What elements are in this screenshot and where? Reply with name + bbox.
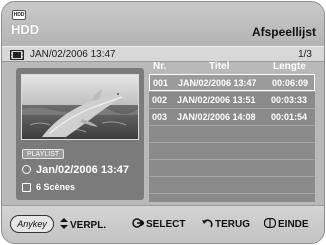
page-title: Afspeellijst (251, 25, 316, 39)
row-title: JAN/02/2006 13:47 (178, 78, 257, 88)
column-header-lengte: Lengte (273, 61, 306, 72)
page-indicator: 1/3 (298, 49, 312, 60)
mode-title: HDD (11, 22, 40, 37)
empty-row (149, 125, 315, 142)
table-row[interactable]: 001 JAN/02/2006 13:47 00:06:09 (149, 74, 315, 91)
row-length: 00:03:33 (271, 95, 308, 105)
exit-button[interactable]: EINDE (264, 218, 309, 230)
table-header: Nr. Titel Lengte (149, 60, 315, 74)
preview-panel: PLAYLIST Jan/02/2006 13:47 6 Scènes (16, 68, 144, 200)
enter-icon (132, 218, 144, 228)
table-row[interactable]: 002 JAN/02/2006 13:51 00:03:33 (149, 91, 315, 108)
row-length: 00:01:54 (271, 112, 308, 122)
select-label: SELECT (146, 219, 186, 230)
film-icon (10, 50, 24, 60)
return-button[interactable]: TERUG (202, 218, 250, 230)
row-number: 001 (153, 78, 169, 88)
selected-date: Jan/02/2006 13:47 (36, 164, 129, 176)
anykey-button[interactable]: Anykey (10, 215, 54, 233)
column-header-nr: Nr. (153, 61, 167, 72)
return-icon (202, 219, 213, 228)
hdd-icon: HDD (12, 10, 26, 20)
return-label: TERUG (215, 219, 250, 230)
playlist-tag: PLAYLIST (22, 149, 65, 159)
row-length: 00:06:09 (272, 78, 309, 88)
exit-label: EINDE (278, 219, 309, 230)
preview-thumbnail (21, 74, 139, 140)
empty-row (149, 159, 315, 176)
header-bar: HDD HDD Afspeellijst (2, 2, 324, 46)
clock-icon (22, 165, 31, 174)
table-row[interactable]: 003 JAN/02/2006 14:08 00:01:54 (149, 108, 315, 125)
row-title: JAN/02/2006 14:08 (177, 112, 256, 122)
scene-count: 6 Scènes (36, 182, 76, 192)
column-header-titel: Titel (209, 61, 230, 72)
dolphin-image (22, 75, 138, 139)
select-button[interactable]: SELECT (132, 218, 185, 230)
row-title: JAN/02/2006 13:51 (177, 95, 256, 105)
empty-row (149, 193, 315, 202)
empty-row (149, 176, 315, 193)
exit-icon (264, 218, 276, 228)
footer-bar: Anykey VERPL. SELECT TERUG EINDE (2, 205, 324, 243)
up-down-arrows-icon (60, 218, 68, 229)
empty-row (149, 142, 315, 159)
move-label: VERPL. (70, 220, 107, 231)
row-number: 003 (152, 112, 168, 122)
move-button[interactable]: VERPL. (60, 218, 106, 231)
dvd-recorder-screen: HDD HDD Afspeellijst JAN/02/2006 13:47 1… (1, 1, 325, 244)
playlist-table: Nr. Titel Lengte 001 JAN/02/2006 13:47 0… (149, 60, 315, 202)
current-title-date: JAN/02/2006 13:47 (30, 49, 116, 60)
row-number: 002 (152, 95, 168, 105)
scenes-icon (22, 183, 31, 192)
